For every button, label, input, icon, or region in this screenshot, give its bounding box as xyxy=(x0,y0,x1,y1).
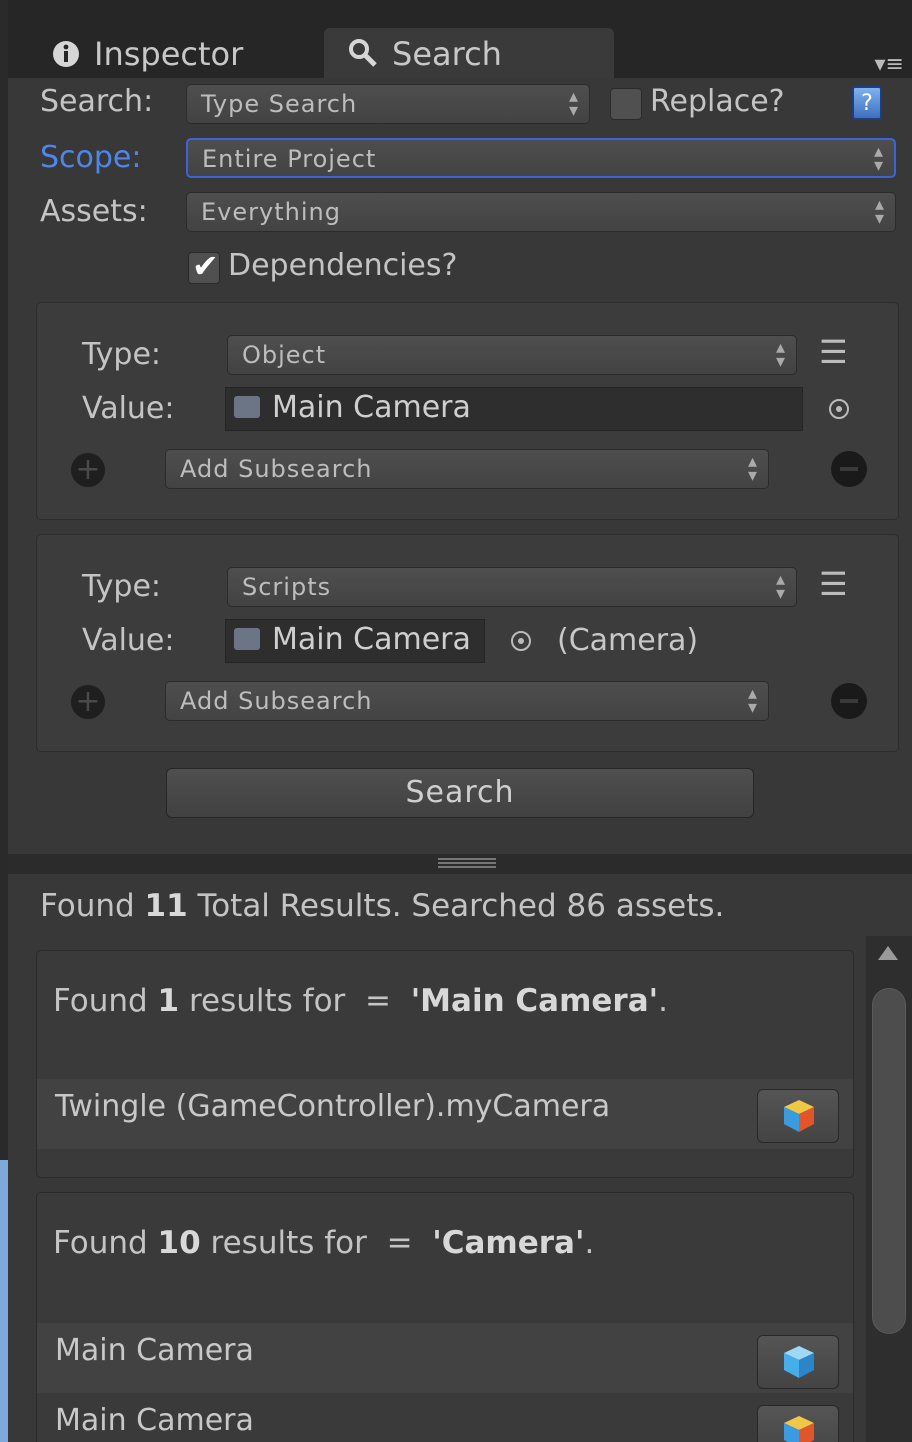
object-value-field[interactable]: Main Camera xyxy=(225,387,803,431)
object-picker-icon[interactable] xyxy=(829,399,849,419)
dropdown-arrows-icon: ▴ ▾ xyxy=(747,451,758,486)
replace-checkbox[interactable] xyxy=(610,88,642,120)
summary-count: 11 xyxy=(144,888,188,924)
dependencies-checkbox[interactable]: ✔ xyxy=(188,247,220,285)
dropdown-arrows-icon: ▴ ▾ xyxy=(775,337,786,372)
splitter-grip-icon[interactable] xyxy=(438,858,496,868)
dropdown-arrows-icon: ▴ ▾ xyxy=(568,86,579,121)
camera-icon xyxy=(234,396,260,418)
type-label: Type: xyxy=(82,337,162,372)
search-icon xyxy=(348,38,378,76)
title-end: . xyxy=(584,1225,595,1261)
info-icon xyxy=(52,38,80,76)
search-type-value: Type Search xyxy=(201,90,358,118)
search-button[interactable]: Search xyxy=(166,768,754,818)
results-scrollbar[interactable] xyxy=(866,936,912,1442)
dropdown-arrows-icon: ▴ ▾ xyxy=(873,141,884,176)
tab-search-label: Search xyxy=(392,35,502,73)
assets-value: Everything xyxy=(201,198,341,226)
title-mid: results for = xyxy=(200,1225,433,1261)
checkmark-icon: ✔ xyxy=(192,247,219,285)
prefab-cube-icon[interactable] xyxy=(757,1405,839,1442)
add-circle-icon[interactable]: + xyxy=(71,453,105,487)
value-label: Value: xyxy=(82,623,175,658)
window-menu-icon[interactable]: ▾≡ xyxy=(875,52,904,77)
scrollbar-thumb[interactable] xyxy=(872,988,906,1334)
dependencies-label: Dependencies? xyxy=(228,248,458,283)
title-query: 'Camera' xyxy=(432,1225,585,1261)
left-window-edge xyxy=(0,0,8,1442)
scroll-up-arrow-icon[interactable] xyxy=(878,946,898,960)
result-row[interactable]: Twingle (GameController).myCamera xyxy=(37,1079,853,1149)
result-row-text: Main Camera xyxy=(55,1333,254,1368)
subsearch-panel-1: Type: Object ▴ ▾ ☰ Value: Main Camera + A… xyxy=(36,302,899,520)
result-group-title: Found 1 results for = 'Main Camera'. xyxy=(53,983,668,1019)
result-row[interactable]: Main Camera xyxy=(37,1393,853,1442)
search-type-dropdown[interactable]: Type Search ▴ ▾ xyxy=(186,84,590,124)
remove-circle-icon[interactable] xyxy=(831,451,867,487)
pane-splitter[interactable] xyxy=(8,854,912,874)
dropdown-arrows-icon: ▴ ▾ xyxy=(747,683,758,718)
subsearch-panel-2: Type: Scripts ▴ ▾ ☰ Value: Main Camera (C… xyxy=(36,534,899,752)
subsearch-type-value: Object xyxy=(242,341,327,369)
value-label: Value: xyxy=(82,391,175,426)
title-prefix: Found xyxy=(53,1225,158,1261)
add-subsearch-label: Add Subsearch xyxy=(180,687,373,715)
tab-inspector-label: Inspector xyxy=(94,35,244,73)
subsearch-type-dropdown[interactable]: Scripts ▴ ▾ xyxy=(227,567,797,607)
title-count: 10 xyxy=(157,1225,201,1261)
left-edge-highlight xyxy=(0,1160,8,1442)
component-type-text: (Camera) xyxy=(557,623,699,658)
object-value-text: Main Camera xyxy=(272,390,471,425)
tab-inspector[interactable]: Inspector xyxy=(8,28,320,78)
dropdown-arrows-icon: ▴ ▾ xyxy=(874,194,885,229)
results-summary: Found 11 Total Results. Searched 86 asse… xyxy=(40,888,724,924)
replace-label: Replace? xyxy=(650,84,785,119)
title-query: 'Main Camera' xyxy=(410,983,659,1019)
assets-label: Assets: xyxy=(40,194,148,229)
tab-bar: Inspector Search ▾≡ xyxy=(8,0,912,78)
add-subsearch-dropdown[interactable]: Add Subsearch ▴ ▾ xyxy=(165,681,769,721)
summary-prefix: Found xyxy=(40,888,145,924)
result-row-text: Twingle (GameController).myCamera xyxy=(55,1089,611,1124)
help-book-icon[interactable]: ? xyxy=(852,86,882,120)
prefab-cube-icon[interactable] xyxy=(757,1089,839,1143)
result-group-1: Found 1 results for = 'Main Camera'. Twi… xyxy=(36,950,854,1178)
title-mid: results for = xyxy=(179,983,411,1019)
object-picker-icon[interactable] xyxy=(511,631,531,651)
scope-label: Scope: xyxy=(40,140,142,175)
add-subsearch-label: Add Subsearch xyxy=(180,455,373,483)
add-circle-icon[interactable]: + xyxy=(71,685,105,719)
subsearch-type-dropdown[interactable]: Object ▴ ▾ xyxy=(227,335,797,375)
dropdown-arrows-icon: ▴ ▾ xyxy=(775,569,786,604)
search-label: Search: xyxy=(40,84,154,119)
add-subsearch-dropdown[interactable]: Add Subsearch ▴ ▾ xyxy=(165,449,769,489)
summary-suffix: Total Results. Searched 86 assets. xyxy=(187,888,725,924)
camera-icon xyxy=(234,628,260,650)
title-count: 1 xyxy=(157,983,180,1019)
type-label: Type: xyxy=(82,569,162,604)
object-value-field[interactable]: Main Camera xyxy=(225,619,485,663)
gameobject-cube-icon[interactable] xyxy=(757,1335,839,1389)
result-row[interactable]: Main Camera xyxy=(37,1323,853,1393)
hamburger-menu-icon[interactable]: ☰ xyxy=(819,333,848,371)
title-end: . xyxy=(658,983,668,1019)
object-value-text: Main Camera xyxy=(272,622,471,657)
tab-search[interactable]: Search xyxy=(324,28,614,78)
hamburger-menu-icon[interactable]: ☰ xyxy=(819,565,848,603)
subsearch-type-value: Scripts xyxy=(242,573,332,601)
assets-dropdown[interactable]: Everything ▴ ▾ xyxy=(186,192,896,232)
search-window: Inspector Search ▾≡ Search: Type Search … xyxy=(8,0,912,1442)
result-group-title: Found 10 results for = 'Camera'. xyxy=(53,1225,594,1261)
remove-circle-icon[interactable] xyxy=(831,683,867,719)
scope-dropdown[interactable]: Entire Project ▴ ▾ xyxy=(186,138,896,178)
result-row-text: Main Camera xyxy=(55,1403,254,1438)
title-prefix: Found xyxy=(53,983,158,1019)
scope-value: Entire Project xyxy=(202,145,377,173)
result-group-2: Found 10 results for = 'Camera'. Main Ca… xyxy=(36,1192,854,1442)
